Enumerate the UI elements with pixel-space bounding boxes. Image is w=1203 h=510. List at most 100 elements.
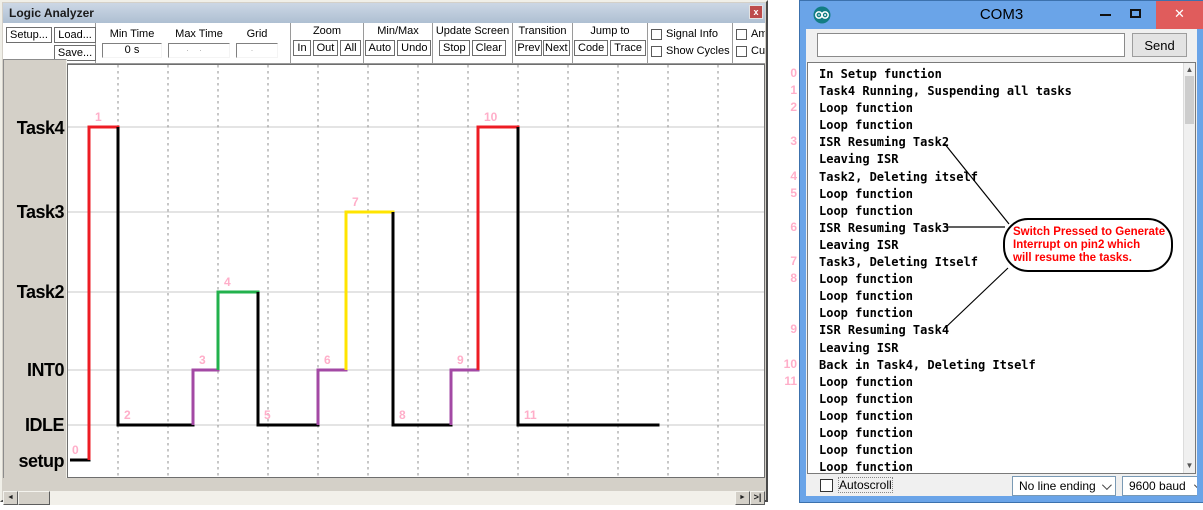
console-line: ISR Resuming Task4 — [819, 322, 1183, 339]
close-icon[interactable]: ✕ — [1156, 1, 1203, 29]
maximize-icon[interactable] — [1130, 9, 1141, 18]
waveform-marker-number: 11 — [524, 408, 537, 422]
zoom-group-label: Zoom — [313, 25, 341, 38]
line-ending-select[interactable]: No line ending — [1012, 476, 1116, 496]
marker-number: 7 — [760, 253, 797, 270]
scroll-right-icon[interactable]: ► — [735, 491, 750, 505]
console-line: Task4 Running, Suspending all tasks — [819, 83, 1183, 100]
logic-analyzer-titlebar[interactable]: Logic Analyzer — [3, 3, 765, 23]
marker-number — [760, 339, 797, 356]
signal-label-task4: Task4 — [4, 117, 64, 139]
code-button[interactable]: Code — [574, 40, 608, 56]
signal-info-checkbox[interactable] — [651, 29, 662, 40]
waveform-marker-number: 4 — [224, 275, 231, 289]
serial-monitor-window: COM3 ✕ Send In Setup functionTask4 Runni… — [800, 1, 1203, 502]
scroll-end-icon[interactable]: >| — [750, 491, 765, 505]
minimize-icon[interactable] — [1100, 14, 1111, 16]
console-line: ISR Resuming Task3 — [819, 220, 1183, 237]
stop-button[interactable]: Stop — [439, 40, 470, 56]
scrollbar-thumb[interactable] — [18, 491, 50, 505]
min-time-label: Min Time — [110, 28, 155, 41]
zoom-in-button[interactable]: In — [293, 40, 310, 56]
console-line: Leaving ISR — [819, 340, 1183, 357]
scrollbar-track[interactable] — [50, 491, 735, 505]
signal-info-label: Signal Info — [666, 28, 718, 40]
marker-number: 5 — [760, 185, 797, 202]
minmax-group: Min/Max Auto Undo — [364, 23, 433, 63]
show-cycles-label: Show Cycles — [666, 45, 730, 57]
time-grid-group: Min Time 0 s Max Time ·· Grid · — [96, 23, 291, 63]
info-checkbox-group: Signal Info Show Cycles — [648, 23, 733, 63]
setup-button[interactable]: Setup... — [6, 27, 52, 43]
close-icon[interactable]: x — [749, 5, 763, 19]
scroll-down-icon[interactable]: ▼ — [1184, 460, 1195, 472]
marker-number — [760, 407, 797, 424]
min-time-field[interactable]: 0 s — [102, 43, 162, 58]
console-line: Leaving ISR — [819, 151, 1183, 168]
serial-console[interactable]: In Setup functionTask4 Running, Suspendi… — [807, 62, 1196, 474]
transition-label: Transition — [519, 25, 567, 38]
scroll-up-icon[interactable]: ▲ — [1184, 64, 1195, 76]
grid-label: Grid — [247, 28, 268, 41]
serial-monitor-titlebar[interactable]: COM3 ✕ — [800, 1, 1203, 29]
scrollbar-thumb[interactable] — [1185, 76, 1194, 124]
load-button[interactable]: Load... — [54, 27, 96, 43]
waveform-marker-number: 1 — [95, 110, 102, 124]
baud-rate-select[interactable]: 9600 baud — [1122, 476, 1203, 496]
console-line: Loop function — [819, 459, 1183, 473]
send-row: Send — [817, 33, 1187, 57]
console-line: Loop function — [819, 425, 1183, 442]
zoom-all-button[interactable]: All — [340, 40, 360, 56]
horizontal-scrollbar[interactable]: ◄ ► >| — [3, 491, 765, 505]
console-line: Loop function — [819, 374, 1183, 391]
marker-number: 4 — [760, 168, 797, 185]
window-title: Logic Analyzer — [9, 6, 94, 20]
cur-checkbox[interactable] — [736, 46, 747, 57]
marker-number: 0 — [760, 65, 797, 82]
send-button[interactable]: Send — [1132, 33, 1187, 57]
show-cycles-checkbox[interactable] — [651, 46, 662, 57]
waveform-marker-number: 3 — [199, 353, 206, 367]
next-button[interactable]: Next — [543, 40, 570, 56]
trace-button[interactable]: Trace — [610, 40, 646, 56]
marker-number — [760, 116, 797, 133]
serial-input[interactable] — [817, 33, 1125, 57]
waveform-marker-number: 0 — [72, 443, 79, 457]
amp-label: Amp — [751, 28, 765, 40]
chevron-down-icon — [1102, 480, 1112, 490]
cur-label: Cur — [751, 45, 765, 57]
prev-button[interactable]: Prev — [515, 40, 542, 56]
undo-button[interactable]: Undo — [397, 40, 431, 56]
autoscroll-label: Autoscroll — [839, 478, 892, 492]
zoom-out-button[interactable]: Out — [313, 40, 339, 56]
console-line: Loop function — [819, 391, 1183, 408]
waveform-marker-number: 9 — [457, 353, 464, 367]
marker-number: 1 — [760, 82, 797, 99]
jump-to-label: Jump to — [590, 25, 629, 38]
plot-bottom-strip — [3, 478, 765, 491]
auto-button[interactable]: Auto — [365, 40, 396, 56]
console-line: Task2, Deleting itself — [819, 169, 1183, 186]
console-line: Loop function — [819, 186, 1183, 203]
max-time-label: Max Time — [175, 28, 223, 41]
grid-slider[interactable]: · — [236, 43, 278, 58]
marker-number — [760, 441, 797, 458]
clear-button[interactable]: Clear — [472, 40, 506, 56]
waveform-plot-area[interactable]: 01234567891011 — [67, 64, 765, 478]
vertical-scrollbar[interactable]: ▲ ▼ — [1183, 63, 1195, 473]
max-time-slider[interactable]: ·· — [168, 43, 230, 58]
marker-number — [760, 424, 797, 441]
baud-rate-value: 9600 baud — [1129, 479, 1186, 493]
scroll-left-icon[interactable]: ◄ — [3, 491, 18, 505]
marker-number — [760, 287, 797, 304]
autoscroll-checkbox[interactable] — [820, 479, 833, 492]
zoom-group: Zoom In Out All — [291, 23, 364, 63]
signal-label-column: Task4 Task3 Task2 INT0 IDLE setup — [3, 59, 67, 482]
amp-checkbox[interactable] — [736, 29, 747, 40]
signal-label-int0: INT0 — [4, 359, 64, 381]
transition-group: Transition Prev Next — [513, 23, 573, 63]
clipped-checkbox-group: Amp Cur — [733, 23, 765, 63]
serial-bottom-bar: Autoscroll No line ending 9600 baud — [806, 475, 1197, 496]
marker-number — [760, 202, 797, 219]
waveform-marker-number: 6 — [324, 353, 331, 367]
